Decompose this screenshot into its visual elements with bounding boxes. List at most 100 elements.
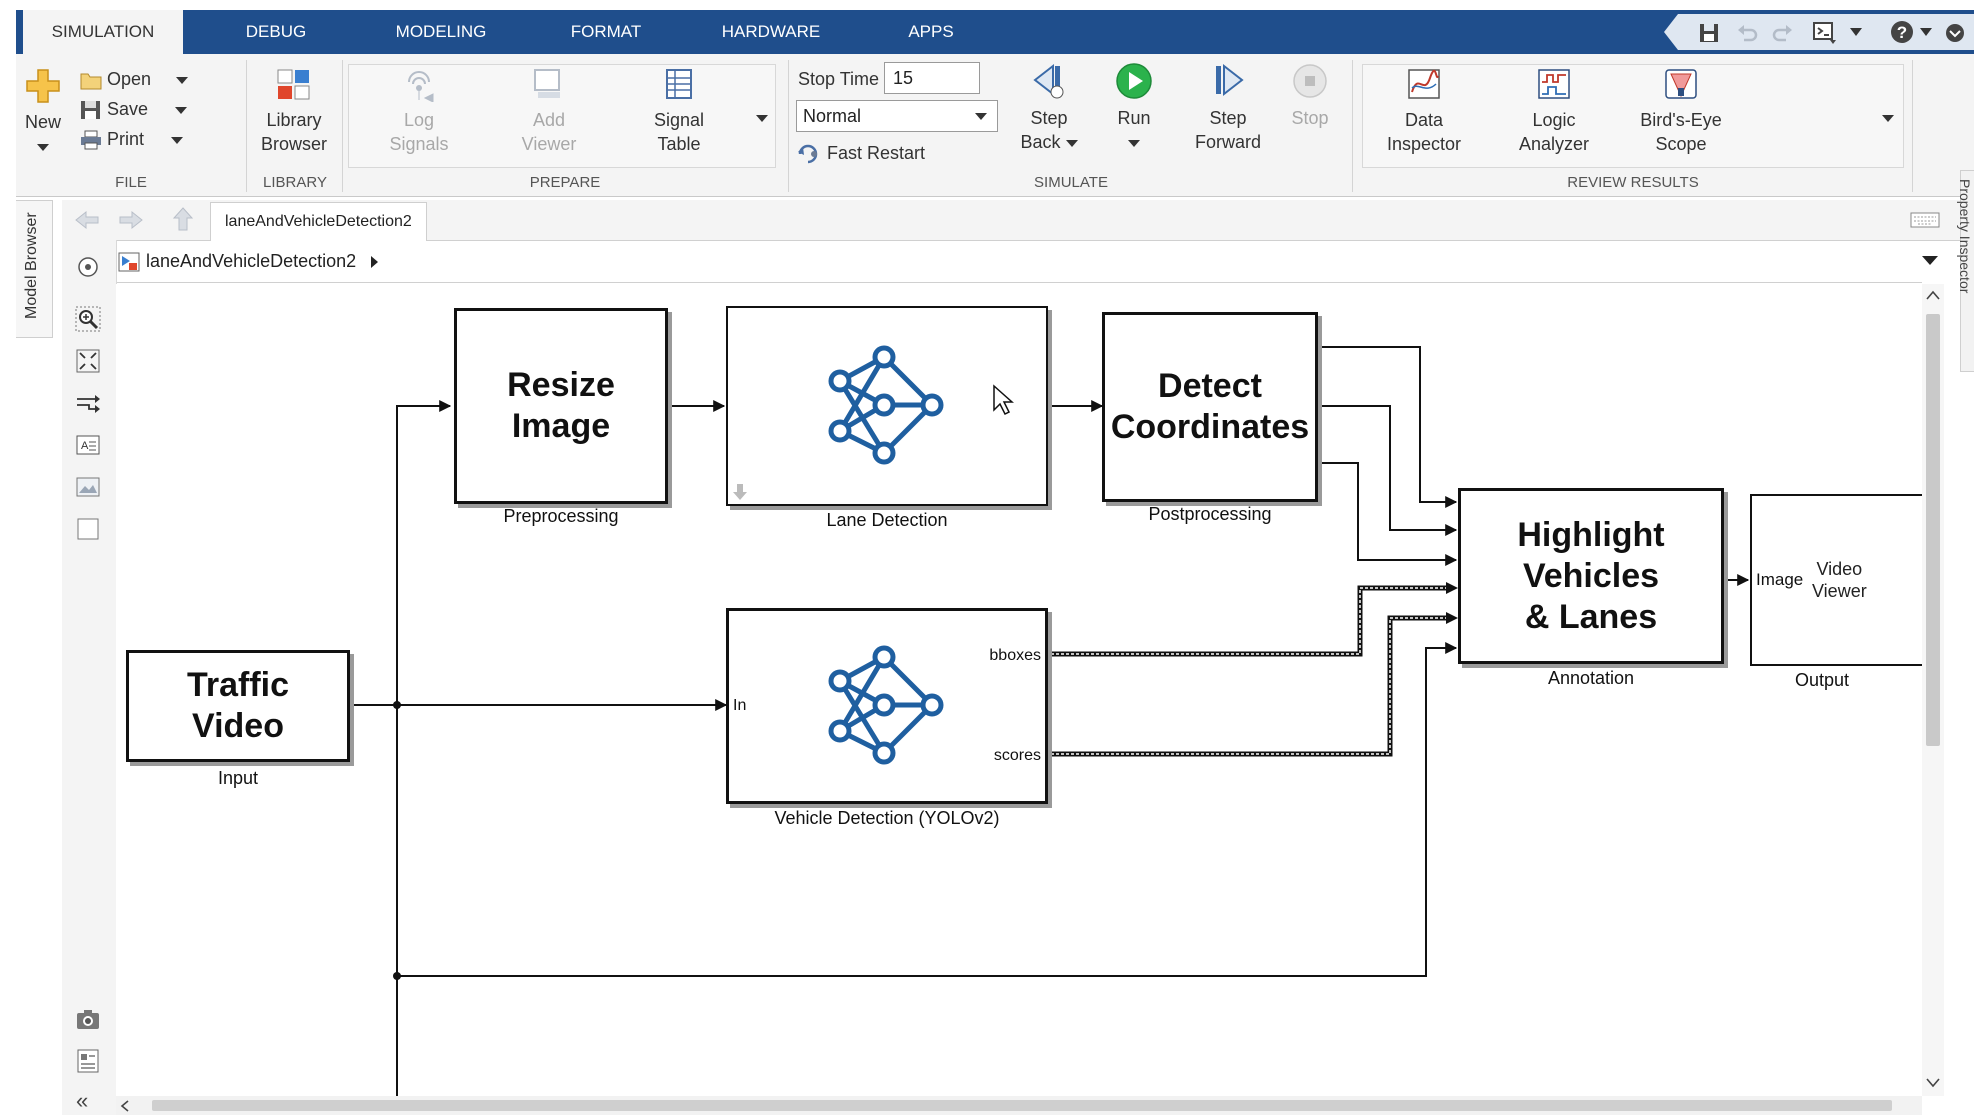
back-arrow-icon[interactable]	[74, 210, 100, 230]
keyboard-icon[interactable]	[1910, 212, 1940, 228]
stop-button[interactable]: Stop	[1282, 62, 1338, 130]
collapse-toolstrip-icon[interactable]: «	[76, 1088, 88, 1114]
section-file-label: FILE	[115, 174, 147, 191]
tab-modeling[interactable]: MODELING	[356, 10, 526, 54]
chevron-down-icon	[756, 115, 768, 123]
signal-table-icon	[666, 69, 692, 99]
chevron-down-icon[interactable]	[1922, 256, 1938, 266]
tab-apps[interactable]: APPS	[876, 10, 986, 54]
log-signals-label-2: Signals	[389, 134, 449, 154]
logic-analyzer-button[interactable]: Logic Analyzer	[1506, 68, 1602, 156]
block-video-viewer-caption: Output	[1794, 670, 1850, 690]
step-back-icon	[1033, 63, 1064, 99]
block-highlight-vehicles-lanes[interactable]: Highlight Vehicles & Lanes	[1458, 488, 1724, 664]
step-forward-button[interactable]: Step Forward	[1186, 62, 1270, 154]
help-icon[interactable]: ?	[1890, 20, 1914, 44]
signal-input-to-resize[interactable]	[396, 400, 452, 705]
chevron-down-icon[interactable]	[1920, 28, 1932, 38]
divider	[788, 60, 789, 192]
save-icon[interactable]	[1698, 22, 1720, 44]
section-review-label: REVIEW RESULTS	[1567, 174, 1699, 191]
open-button[interactable]: Open	[80, 64, 189, 94]
model-tab[interactable]: laneAndVehicleDetection2	[210, 202, 427, 241]
tab-format[interactable]: FORMAT	[536, 10, 676, 54]
scroll-up-icon[interactable]	[1926, 290, 1940, 300]
model-browser-tab[interactable]: Model Browser	[16, 200, 53, 338]
forward-arrow-icon[interactable]	[118, 210, 144, 230]
simulation-mode-select[interactable]: Normal	[796, 100, 998, 132]
chevron-down-icon[interactable]	[1850, 28, 1862, 38]
property-inspector-tab[interactable]: Property Inspector	[1957, 170, 1974, 372]
block-lane-detection-caption: Lane Detection	[826, 510, 948, 530]
horizontal-scrollbar[interactable]	[116, 1096, 1922, 1115]
commands-icon[interactable]	[1812, 20, 1838, 46]
image-icon[interactable]	[75, 474, 101, 500]
add-viewer-label-2: Viewer	[521, 134, 577, 154]
review-gallery-expand[interactable]	[1882, 110, 1894, 128]
block-video-viewer[interactable]: Image Video Viewer	[1750, 494, 1922, 666]
new-button[interactable]: New	[20, 68, 66, 158]
hide-explorer-icon[interactable]	[75, 254, 101, 280]
add-viewer-button[interactable]: Add Viewer	[504, 68, 594, 156]
log-signals-button[interactable]: Log Signals	[374, 68, 464, 156]
stop-time-input[interactable]: 15	[884, 62, 980, 94]
signal-detect-1[interactable]	[1313, 346, 1458, 508]
run-icon	[1116, 63, 1152, 99]
vertical-scroll-thumb[interactable]	[1926, 314, 1940, 746]
chevron-right-icon[interactable]	[370, 255, 380, 269]
area-icon[interactable]	[75, 516, 101, 542]
model-canvas[interactable]: Traffic Video Input Resize Image Preproc…	[116, 284, 1922, 1096]
stop-icon	[1293, 64, 1327, 98]
block-highlight-title: Highlight Vehicles & Lanes	[1517, 515, 1665, 636]
port-scores-label: scores	[993, 747, 1041, 764]
annotation-icon[interactable]: A	[75, 432, 101, 458]
up-arrow-icon[interactable]	[172, 206, 194, 232]
step-back-label-1: Step	[1030, 108, 1068, 128]
chevron-down-icon	[37, 143, 49, 151]
step-forward-label-1: Step	[1209, 108, 1247, 128]
signal-detect-2[interactable]	[1313, 405, 1458, 536]
library-browser-button[interactable]: Library Browser	[254, 68, 334, 156]
chevron-down-icon	[1065, 139, 1078, 147]
chevron-down-icon	[176, 76, 189, 84]
tab-hardware[interactable]: HARDWARE	[686, 10, 856, 54]
chevron-down-icon	[171, 136, 184, 144]
horizontal-scroll-thumb[interactable]	[152, 1100, 1892, 1111]
scroll-down-icon[interactable]	[1926, 1078, 1940, 1088]
prepare-gallery-expand[interactable]	[756, 110, 768, 128]
zoom-icon[interactable]	[75, 306, 101, 332]
scroll-left-icon[interactable]	[120, 1100, 130, 1112]
bus-scores[interactable]	[1046, 615, 1452, 757]
fast-restart-toggle[interactable]: Fast Restart	[798, 138, 925, 168]
save-button[interactable]: Save	[80, 94, 188, 124]
data-inspector-icon	[1408, 69, 1440, 99]
save-icon	[81, 101, 100, 120]
block-detect-coordinates[interactable]: Detect Coordinates	[1102, 312, 1318, 502]
port-image-label: Image	[1756, 570, 1804, 589]
signal-table-button[interactable]: Signal Table	[634, 68, 724, 156]
signal-detect-3[interactable]	[1313, 462, 1458, 566]
simulation-mode-value: Normal	[803, 106, 862, 126]
quick-access-toolbar: ?	[1664, 14, 1974, 50]
vertical-scrollbar[interactable]	[1922, 284, 1944, 1096]
redo-icon[interactable]	[1772, 22, 1794, 44]
minimize-ribbon-icon[interactable]	[1944, 22, 1966, 44]
signal-line-icon[interactable]	[75, 390, 101, 416]
chevron-down-icon	[1128, 139, 1140, 147]
step-back-button[interactable]: Step Back	[1016, 62, 1082, 154]
tab-debug[interactable]: DEBUG	[206, 10, 346, 54]
data-inspector-button[interactable]: Data Inspector	[1376, 68, 1472, 156]
property-icon[interactable]	[75, 1048, 101, 1074]
breadcrumb-model[interactable]: laneAndVehicleDetection2	[146, 251, 356, 272]
block-traffic-video[interactable]: Traffic Video	[126, 650, 350, 762]
tab-simulation[interactable]: SIMULATION	[23, 10, 183, 54]
camera-icon[interactable]	[75, 1006, 101, 1032]
fit-to-view-icon[interactable]	[75, 348, 101, 374]
birds-eye-scope-button[interactable]: Bird's-Eye Scope	[1628, 68, 1734, 156]
new-label: New	[24, 112, 61, 132]
print-button[interactable]: Print	[80, 124, 184, 154]
undo-icon[interactable]	[1736, 22, 1758, 44]
block-vehicle-detection[interactable]: In bboxes scores	[726, 608, 1048, 804]
block-resize-image[interactable]: Resize Image	[454, 308, 668, 504]
run-button[interactable]: Run	[1106, 62, 1162, 154]
